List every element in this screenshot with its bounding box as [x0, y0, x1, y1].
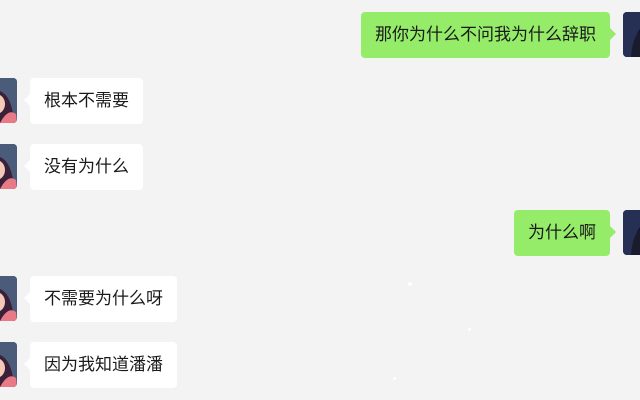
- message-row: 因为我知道潘潘: [0, 342, 177, 388]
- received-message-bubble[interactable]: 不需要为什么呀: [24, 276, 177, 322]
- message-row: 没有为什么: [0, 144, 143, 190]
- chat-area: 那你为什么不问我为什么辞职 根本不需要 没有为什么 为什么啊 不需要为什么呀 因…: [0, 0, 640, 400]
- received-message-bubble[interactable]: 根本不需要: [24, 78, 143, 124]
- message-row: 为什么啊: [514, 210, 640, 256]
- message-row: 不需要为什么呀: [0, 276, 177, 322]
- sent-message-bubble[interactable]: 那你为什么不问我为什么辞职: [361, 12, 616, 58]
- sparkle-dot: [408, 282, 412, 286]
- sparkle-dot: [468, 328, 471, 331]
- contact-avatar-icon[interactable]: [0, 144, 17, 189]
- contact-avatar-icon[interactable]: [0, 342, 17, 387]
- received-message-bubble[interactable]: 因为我知道潘潘: [24, 342, 177, 388]
- message-row: 那你为什么不问我为什么辞职: [361, 12, 640, 58]
- sent-message-bubble[interactable]: 为什么啊: [514, 210, 616, 256]
- message-row: 根本不需要: [0, 78, 143, 124]
- contact-avatar-icon[interactable]: [0, 276, 17, 321]
- sparkle-dot: [393, 377, 396, 380]
- sender-avatar-icon[interactable]: [623, 210, 640, 255]
- received-message-bubble[interactable]: 没有为什么: [24, 144, 143, 190]
- sender-avatar-icon[interactable]: [623, 12, 640, 57]
- contact-avatar-icon[interactable]: [0, 78, 17, 123]
